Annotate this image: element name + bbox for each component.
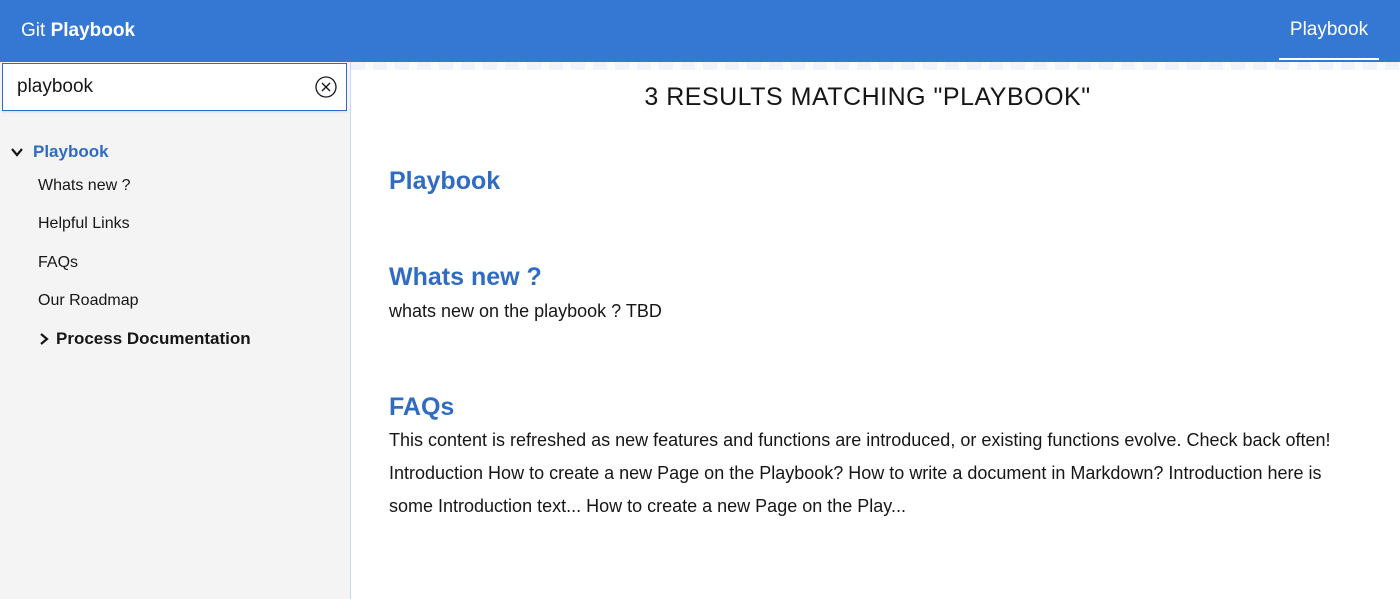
panel-top-shadow: [351, 62, 1400, 70]
nav-tab-label: Playbook: [1289, 19, 1369, 40]
active-tab-indicator: [1279, 58, 1379, 60]
result-snippet-faqs: This content is refreshed as new feature…: [389, 430, 1331, 516]
brand-logo[interactable]: Git Playbook: [21, 19, 135, 43]
brand-prefix: Git: [21, 20, 46, 41]
result-title-whats-new[interactable]: Whats new ?: [389, 262, 542, 292]
sidebar-item-faqs[interactable]: FAQs: [38, 253, 78, 273]
search-divider: [2, 111, 347, 114]
brand-name: Playbook: [50, 20, 136, 41]
sidebar-item-label: Playbook: [33, 142, 109, 161]
result-snippet-whats-new: whats new on the playbook ? TBD: [389, 301, 662, 321]
sidebar-item-playbook[interactable]: Playbook: [10, 141, 109, 163]
sidebar-item-label: Process Documentation: [56, 329, 251, 348]
results-heading: 3 RESULTS MATCHING "PLAYBOOK": [644, 83, 1091, 111]
chevron-down-icon: [11, 148, 23, 157]
sidebar-item-process-documentation[interactable]: Process Documentation: [38, 328, 251, 350]
result-title-playbook[interactable]: Playbook: [389, 166, 500, 196]
result-title-faqs[interactable]: FAQs: [389, 392, 454, 422]
search-results-panel: 3 RESULTS MATCHING "PLAYBOOK" Playbook W…: [351, 62, 1400, 599]
sidebar-item-our-roadmap[interactable]: Our Roadmap: [38, 291, 139, 311]
sidebar: Playbook Whats new ? Helpful Links FAQs …: [0, 62, 351, 599]
search-box: [2, 63, 347, 111]
chevron-right-icon: [40, 333, 49, 345]
sidebar-item-whats-new[interactable]: Whats new ?: [38, 176, 130, 196]
clear-search-icon[interactable]: [315, 76, 337, 98]
sidebar-item-helpful-links[interactable]: Helpful Links: [38, 214, 130, 234]
nav-tab-playbook[interactable]: Playbook: [1279, 0, 1379, 60]
search-input[interactable]: [17, 73, 297, 101]
top-header: Git Playbook Playbook: [0, 0, 1400, 62]
